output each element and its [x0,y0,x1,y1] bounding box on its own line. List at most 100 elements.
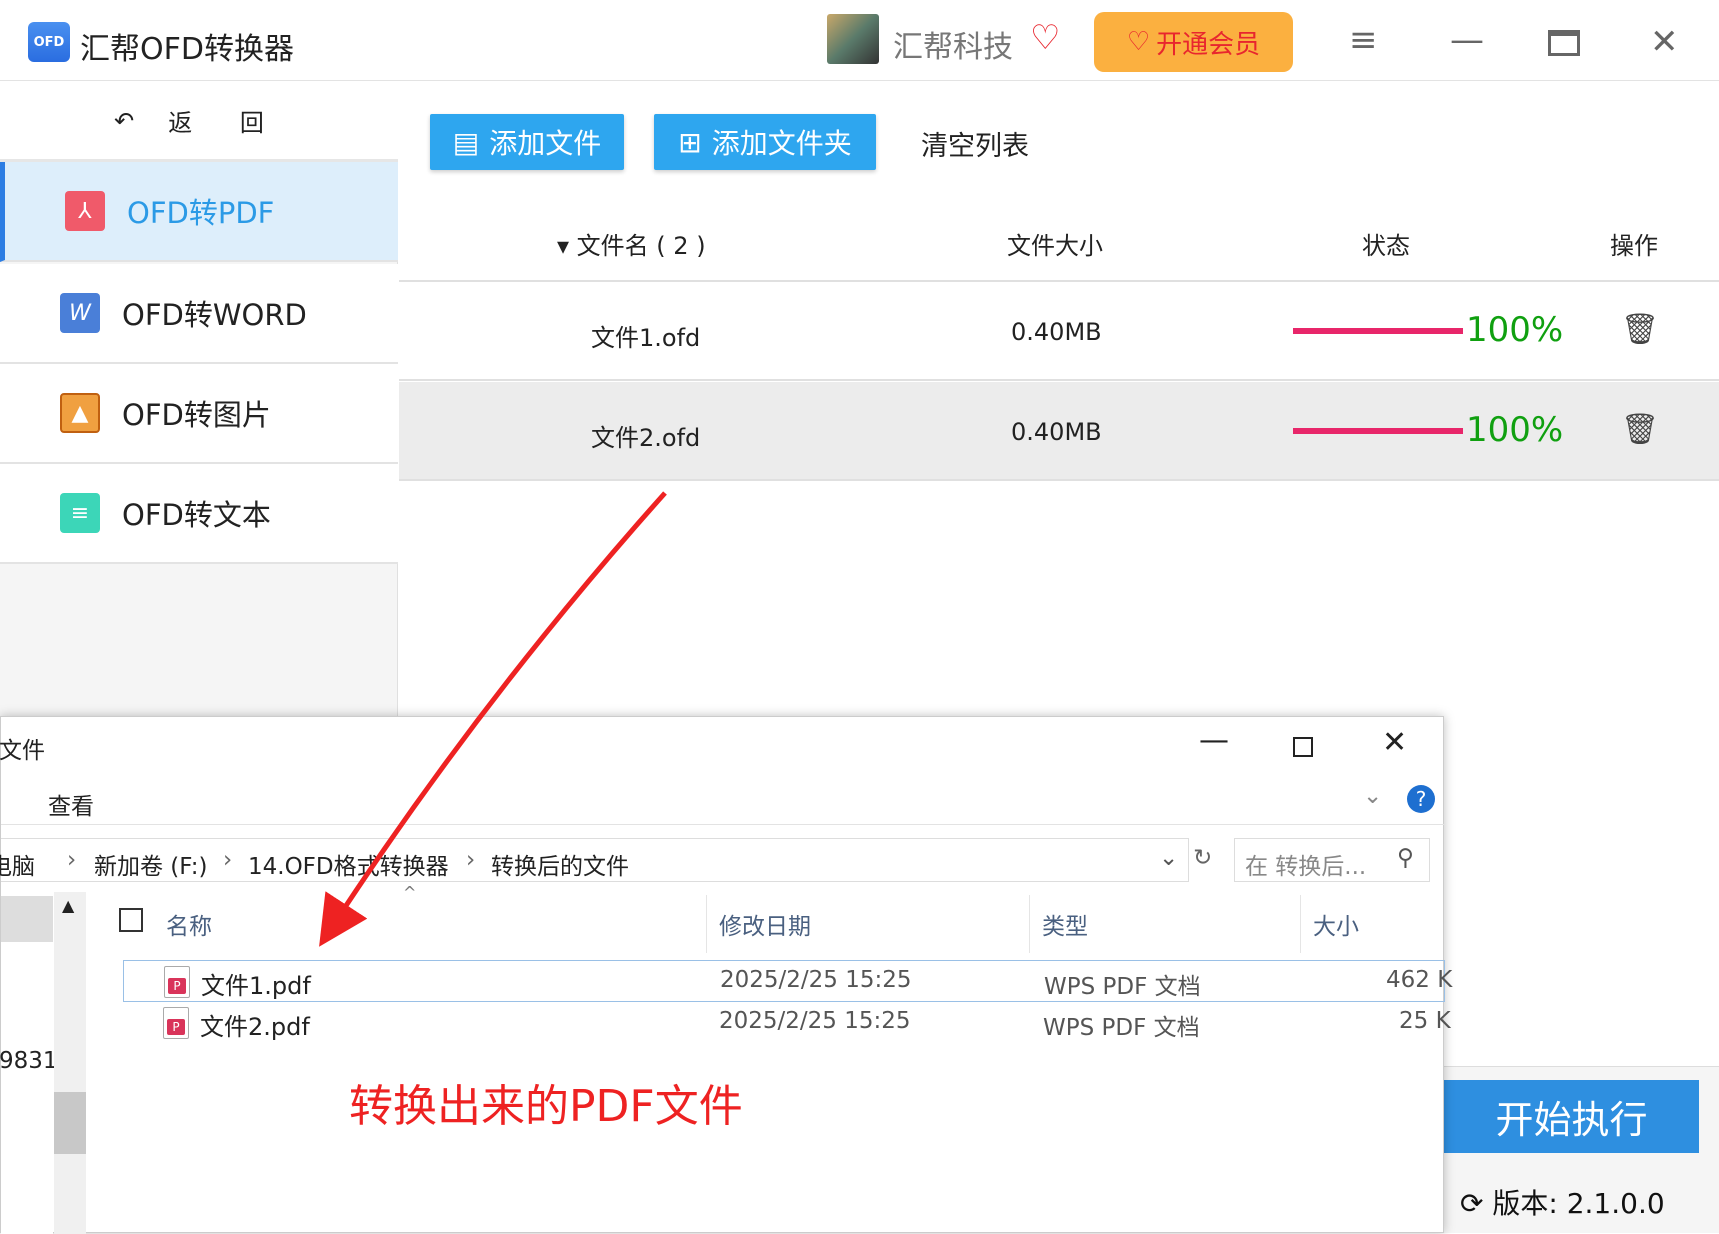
address-bar[interactable]: 电脑 › 新加卷 (F:) › 14.OFD格式转换器 › 转换后的文件 ⌄ [0,838,1189,882]
minimize-icon[interactable]: — [1450,20,1484,60]
chevron-right-icon: › [466,847,476,873]
column-divider[interactable] [706,895,707,953]
search-placeholder: 在 转换后... [1245,854,1367,880]
column-actions: 操作 [1610,232,1658,260]
nav-selected-item[interactable] [1,896,53,942]
file-list-icon: ▤ [452,125,480,159]
add-folder-button[interactable]: ⊞ 添加文件夹 [654,114,876,170]
file-name: 文件2.pdf [200,1013,310,1041]
file-explorer-window: 文件 — ✕ 查看 ⌄ ? 电脑 › 新加卷 (F:) › 14.OFD格式转换… [0,716,1452,1234]
column-date-modified[interactable]: 修改日期 [719,907,811,941]
sidebar-item-label: OFD转图片 [122,398,271,432]
file-type: WPS PDF 文档 [1044,974,1201,1000]
breadcrumb-item[interactable]: 转换后的文件 [491,847,629,881]
column-divider[interactable] [1300,895,1301,953]
sidebar-item-label: OFD转文本 [122,498,271,532]
minimize-icon[interactable]: — [1199,723,1229,758]
start-button[interactable]: 开始执行 [1444,1080,1699,1153]
navigation-pane[interactable]: 9831 [0,892,58,1234]
sidebar-item-ofd-to-image[interactable]: ▲ OFD转图片 [0,364,398,464]
brand-name: 汇帮科技 [893,30,1013,65]
column-filename[interactable]: ▾ 文件名 ( 2 ) [557,226,706,261]
add-file-button[interactable]: ▤ 添加文件 [430,114,624,170]
maximize-icon[interactable] [1293,737,1313,757]
vip-button[interactable]: ♡ 开通会员 [1094,12,1293,72]
chevron-right-icon: › [67,847,77,873]
maximize-icon[interactable] [1548,30,1580,56]
pdf-file-icon: P [164,966,190,998]
refresh-icon[interactable]: ↻ [1193,845,1212,871]
avatar[interactable] [827,14,879,64]
file-date: 2025/2/25 15:25 [720,967,912,993]
add-file-label: 添加文件 [489,127,602,160]
progress-bar [1293,328,1463,334]
word-icon: W [60,293,100,333]
sidebar-item-ofd-to-word[interactable]: W OFD转WORD [0,264,398,364]
sidebar-item-ofd-to-text[interactable]: ≡ OFD转文本 [0,464,398,564]
column-type[interactable]: 类型 [1042,907,1088,941]
annotation-text: 转换出来的PDF文件 [349,1081,743,1132]
menu-icon[interactable]: ≡ [1349,20,1378,60]
file-size: 0.40MB [1011,418,1102,446]
vip-label: 开通会员 [1156,29,1261,60]
breadcrumb-item[interactable]: 电脑 [0,847,35,881]
close-icon[interactable]: ✕ [1382,725,1407,760]
column-status: 状态 [1362,232,1410,260]
file-date: 2025/2/25 15:25 [719,1008,911,1034]
breadcrumb-item[interactable]: 14.OFD格式转换器 [248,847,449,881]
back-button[interactable]: ↶ 返 回 [0,82,398,162]
column-divider[interactable] [1029,895,1030,953]
column-filesize: 文件大小 [1007,232,1103,260]
file-size: 462 K [1386,967,1453,993]
sidebar-item-label: OFD转PDF [127,196,275,230]
close-icon[interactable]: ✕ [1650,22,1679,62]
search-icon[interactable]: ⚲ [1397,845,1414,871]
file-name: 文件2.ofd [591,424,701,452]
file-size: 0.40MB [1011,318,1102,346]
table-row[interactable]: 文件2.ofd 0.40MB 100% 🗑 [399,382,1719,481]
back-label: 返 回 [168,109,284,137]
file-size: 25 K [1399,1008,1451,1034]
vip-heart-icon: ♡ [1126,27,1151,57]
table-row[interactable]: 文件1.ofd 0.40MB 100% 🗑 [399,282,1719,381]
chevron-down-icon[interactable]: ⌄ [1363,783,1382,809]
text-icon: ≡ [60,493,100,533]
back-icon: ↶ [114,106,155,135]
progress-percent: 100% [1466,410,1564,450]
column-name[interactable]: 名称 [166,907,212,941]
version-label: 版本: 2.1.0.0 [1492,1187,1665,1220]
sidebar-item-ofd-to-pdf[interactable]: ⅄ OFD转PDF [0,162,398,262]
trash-icon[interactable]: 🗑 [1621,412,1659,447]
app-logo: OFD [28,22,70,62]
chevron-down-icon[interactable]: ⌄ [1159,845,1178,871]
sort-ascending-icon: ^ [403,883,417,902]
scroll-up-icon[interactable]: ▲ [62,896,74,915]
scrollbar[interactable]: ▲ [54,892,86,1234]
app-title: 汇帮OFD转换器 [80,32,294,67]
ribbon-divider [1,824,1445,825]
menu-view[interactable]: 查看 [48,787,94,821]
column-size[interactable]: 大小 [1313,907,1359,941]
help-icon[interactable]: ? [1407,785,1435,813]
image-icon: ▲ [60,393,100,433]
progress-bar [1293,428,1463,434]
breadcrumb-item[interactable]: 新加卷 (F:) [94,847,207,881]
file-row[interactable]: P 文件2.pdf 2025/2/25 15:25 WPS PDF 文档 25 … [123,1002,1451,1044]
file-row[interactable]: P 文件1.pdf 2025/2/25 15:25 WPS PDF 文档 462… [123,960,1452,1002]
select-all-checkbox[interactable] [119,908,143,932]
clear-list-button[interactable]: 清空列表 [921,124,1029,163]
window-title: 文件 [0,738,45,764]
scrollbar-thumb[interactable] [54,1092,86,1154]
version-info: ⟳ 版本: 2.1.0.0 [1460,1182,1665,1222]
sidebar-item-label: OFD转WORD [122,298,307,332]
pdf-file-icon: P [163,1007,189,1039]
progress-percent: 100% [1466,310,1564,350]
vip-heart-icon: ♡ [1030,18,1061,58]
pdf-icon: ⅄ [65,191,105,231]
folder-add-icon: ⊞ [678,125,702,159]
search-input[interactable]: 在 转换后... ⚲ [1234,838,1430,882]
nav-item-fragment[interactable]: 9831 [0,1048,58,1074]
file-name: 文件1.ofd [591,324,701,352]
trash-icon[interactable]: 🗑 [1621,312,1659,347]
refresh-icon[interactable]: ⟳ [1460,1187,1483,1220]
